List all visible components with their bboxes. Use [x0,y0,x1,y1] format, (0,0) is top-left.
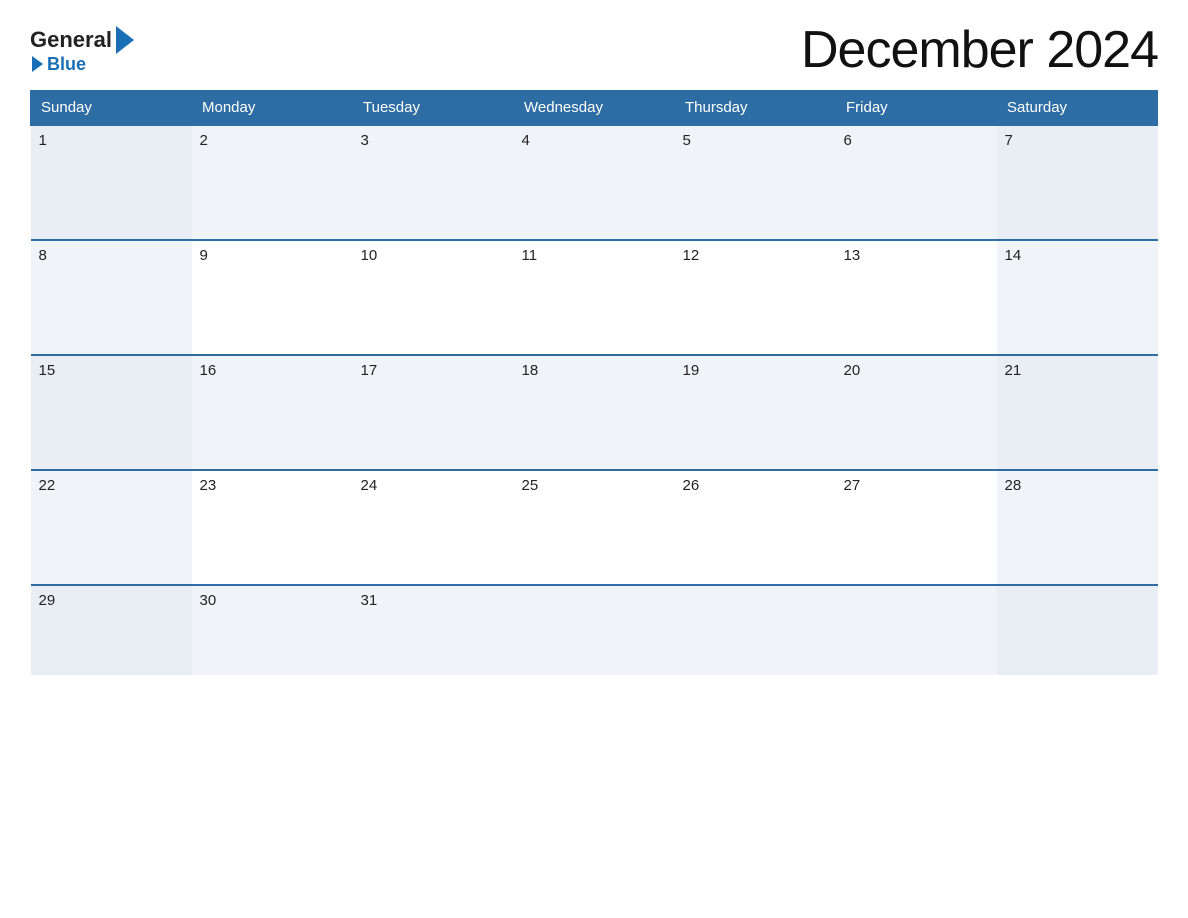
day-number: 4 [522,132,667,149]
day-number: 23 [200,477,345,494]
calendar-day-cell [836,585,997,675]
calendar-day-cell: 28 [997,470,1158,585]
day-number: 21 [1005,362,1150,379]
calendar-day-cell: 19 [675,355,836,470]
logo-small-triangle-icon [32,56,43,72]
calendar-day-cell: 26 [675,470,836,585]
day-number: 29 [39,592,184,609]
days-of-week-row: Sunday Monday Tuesday Wednesday Thursday… [31,91,1158,126]
calendar-day-cell: 2 [192,125,353,240]
day-number: 12 [683,247,828,264]
day-number: 3 [361,132,506,149]
calendar-day-cell: 11 [514,240,675,355]
day-number: 18 [522,362,667,379]
calendar-day-cell: 29 [31,585,192,675]
calendar-header: Sunday Monday Tuesday Wednesday Thursday… [31,91,1158,126]
day-number: 31 [361,592,506,609]
day-number: 28 [1005,477,1150,494]
day-number: 5 [683,132,828,149]
calendar-week-row: 1234567 [31,125,1158,240]
calendar-day-cell [997,585,1158,675]
day-number: 10 [361,247,506,264]
day-number: 30 [200,592,345,609]
day-number: 15 [39,362,184,379]
col-sunday: Sunday [31,91,192,126]
logo: General Blue [30,26,134,75]
month-title: December 2024 [801,20,1158,80]
calendar-day-cell: 23 [192,470,353,585]
logo-blue-text: Blue [47,54,86,75]
day-number: 19 [683,362,828,379]
logo-triangle-icon [116,26,134,54]
calendar-day-cell: 30 [192,585,353,675]
day-number: 17 [361,362,506,379]
calendar-day-cell: 10 [353,240,514,355]
day-number: 16 [200,362,345,379]
day-number: 9 [200,247,345,264]
calendar-day-cell: 15 [31,355,192,470]
calendar-day-cell: 5 [675,125,836,240]
calendar-day-cell: 8 [31,240,192,355]
calendar-day-cell: 24 [353,470,514,585]
calendar-week-row: 89 10 11 12 13 14 [31,240,1158,355]
calendar-body: 1234567891011121314151617181920212223242… [31,125,1158,675]
calendar-day-cell: 21 [997,355,1158,470]
logo-general-text: General [30,27,112,53]
logo-blue-row: Blue [32,54,86,75]
calendar-day-cell: 13 [836,240,997,355]
col-thursday: Thursday [675,91,836,126]
calendar-week-row: 22 23 24 25 26 27 28 [31,470,1158,585]
day-number: 6 [844,132,989,149]
calendar-day-cell: 3 [353,125,514,240]
page-header: General Blue December 2024 [30,20,1158,80]
logo-general-row: General [30,26,134,54]
calendar-day-cell: 16 [192,355,353,470]
calendar-day-cell: 1 [31,125,192,240]
col-wednesday: Wednesday [514,91,675,126]
calendar-week-row: 15 16 17 18 19 20 21 [31,355,1158,470]
calendar-table: Sunday Monday Tuesday Wednesday Thursday… [30,90,1158,675]
calendar-day-cell: 27 [836,470,997,585]
day-number: 25 [522,477,667,494]
col-monday: Monday [192,91,353,126]
day-number: 7 [1005,132,1150,149]
day-number: 13 [844,247,989,264]
day-number: 11 [522,247,667,264]
day-number: 8 [39,247,184,264]
day-number: 22 [39,477,184,494]
day-number: 20 [844,362,989,379]
day-number: 24 [361,477,506,494]
calendar-day-cell: 22 [31,470,192,585]
calendar-day-cell: 20 [836,355,997,470]
day-number: 27 [844,477,989,494]
day-number: 26 [683,477,828,494]
calendar-day-cell [675,585,836,675]
col-saturday: Saturday [997,91,1158,126]
calendar-day-cell: 6 [836,125,997,240]
calendar-day-cell: 31 [353,585,514,675]
calendar-day-cell: 4 [514,125,675,240]
calendar-day-cell: 12 [675,240,836,355]
day-number: 1 [39,132,184,149]
col-tuesday: Tuesday [353,91,514,126]
calendar-day-cell: 18 [514,355,675,470]
calendar-day-cell: 25 [514,470,675,585]
calendar-day-cell: 7 [997,125,1158,240]
col-friday: Friday [836,91,997,126]
calendar-day-cell [514,585,675,675]
day-number: 14 [1005,247,1150,264]
calendar-week-row: 29 30 31 [31,585,1158,675]
day-number: 2 [200,132,345,149]
calendar-day-cell: 9 [192,240,353,355]
calendar-day-cell: 17 [353,355,514,470]
calendar-day-cell: 14 [997,240,1158,355]
